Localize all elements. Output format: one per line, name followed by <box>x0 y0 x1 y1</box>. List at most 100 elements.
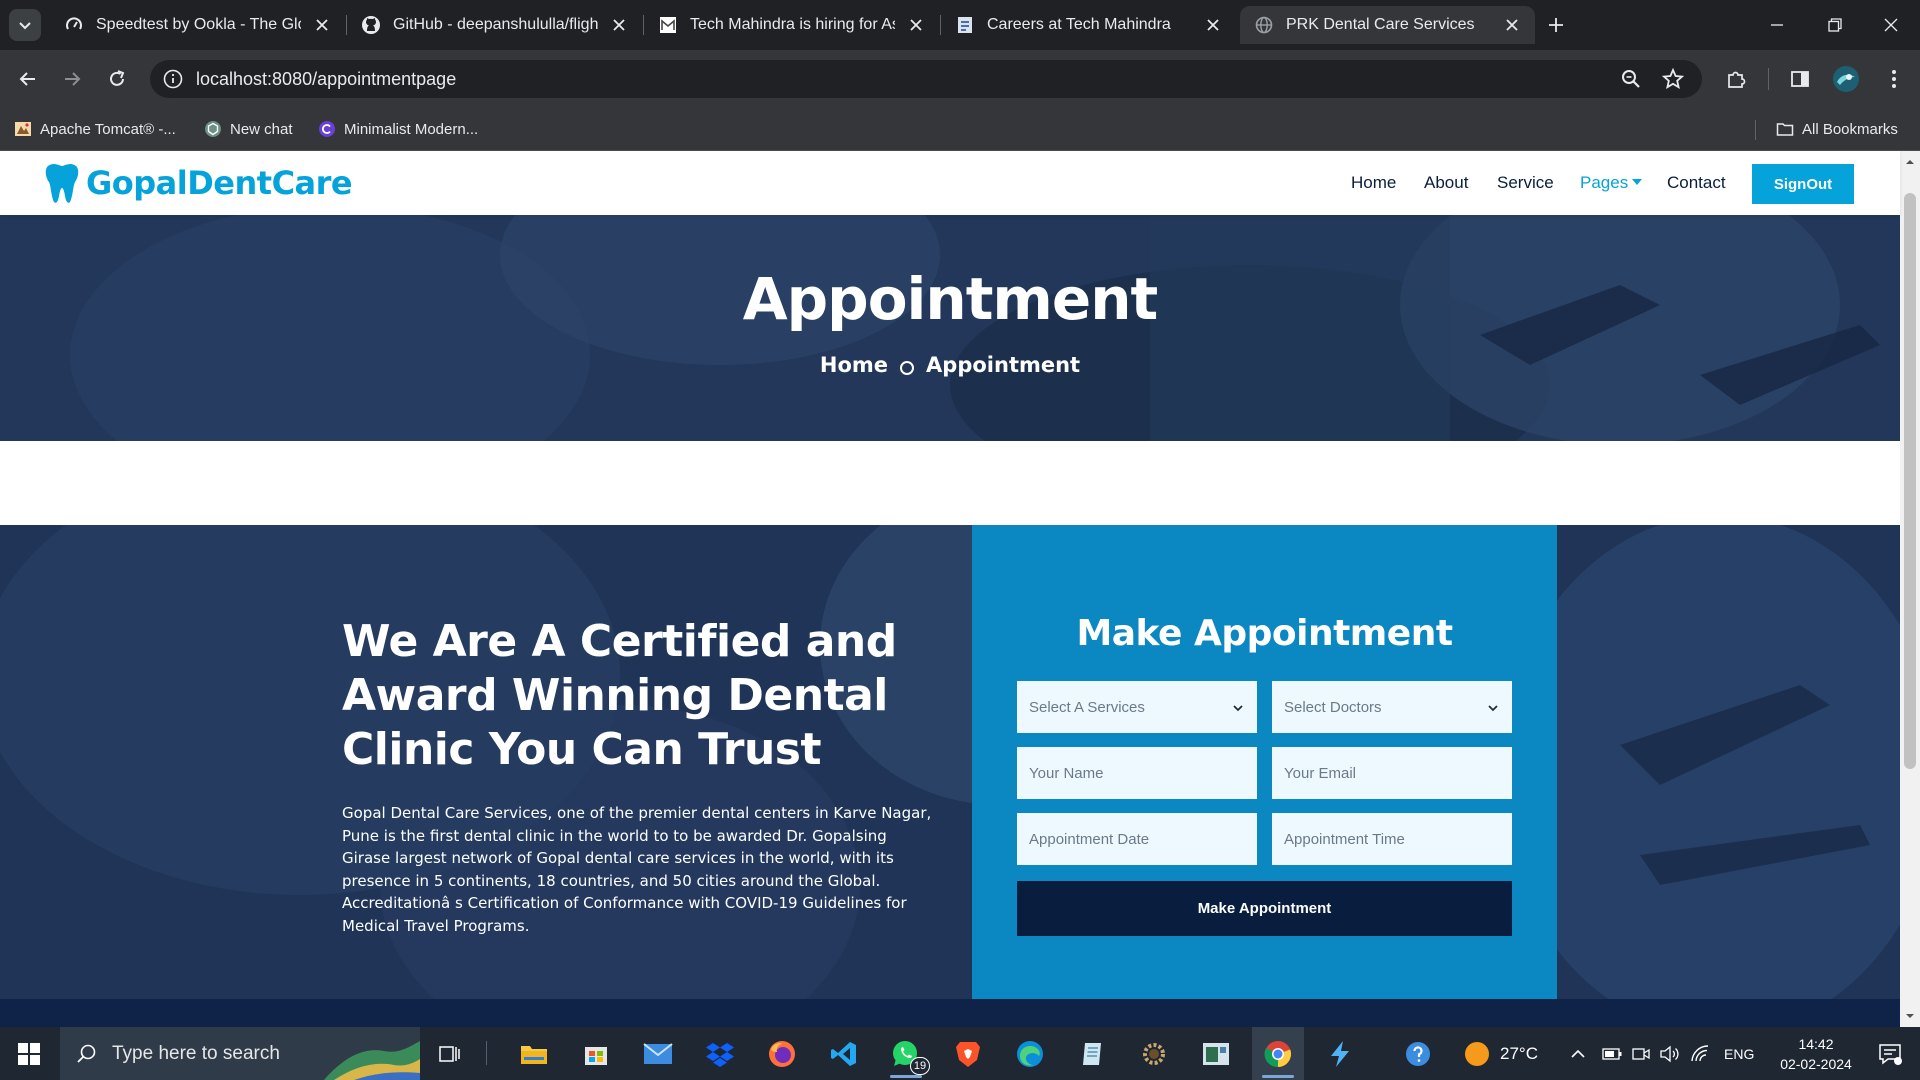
make-appointment-button[interactable]: Make Appointment <box>1017 881 1512 936</box>
site-info-icon[interactable] <box>162 68 184 90</box>
task-view-button[interactable] <box>424 1027 476 1080</box>
notifications-button[interactable] <box>1870 1027 1910 1080</box>
doctor-select-value: Select Doctors <box>1284 698 1382 716</box>
email-placeholder: Your Email <box>1284 764 1356 782</box>
profile-button[interactable] <box>1830 63 1862 95</box>
store-button[interactable] <box>570 1027 622 1080</box>
taskbar-search[interactable]: Type here to search <box>60 1027 420 1080</box>
meet-now-indicator[interactable] <box>1632 1027 1650 1080</box>
name-field[interactable]: Your Name <box>1017 747 1257 799</box>
settings-app-button[interactable] <box>1128 1027 1180 1080</box>
brave-button[interactable] <box>942 1027 994 1080</box>
time-field[interactable]: Appointment Time <box>1272 813 1512 865</box>
signout-button[interactable]: SignOut <box>1752 164 1854 204</box>
appointment-form: Make Appointment Select A Services Selec… <box>972 525 1557 1025</box>
restore-button[interactable] <box>1806 0 1864 50</box>
doctor-select[interactable]: Select Doctors <box>1272 681 1512 733</box>
notepad-button[interactable] <box>1066 1027 1118 1080</box>
close-icon[interactable] <box>1202 14 1224 36</box>
file-explorer-button[interactable] <box>508 1027 560 1080</box>
firefox-button[interactable] <box>756 1027 808 1080</box>
date-field[interactable]: Appointment Date <box>1017 813 1257 865</box>
bookmark-star-icon[interactable] <box>1661 67 1685 91</box>
side-panel-button[interactable] <box>1784 63 1816 95</box>
chevron-up-icon <box>1571 1049 1585 1058</box>
chrome-button[interactable] <box>1252 1027 1304 1080</box>
search-highlight-art <box>324 1041 420 1080</box>
bookmark-tomcat[interactable]: Apache Tomcat® -... <box>14 118 176 140</box>
weather-temperature: 27°C <box>1500 1043 1538 1063</box>
tab-search-button[interactable] <box>9 9 41 41</box>
network-indicator[interactable] <box>1690 1027 1710 1080</box>
chevron-down-icon <box>1488 705 1498 712</box>
whatsapp-button[interactable]: 19 <box>880 1027 932 1080</box>
volume-indicator[interactable] <box>1660 1027 1680 1080</box>
extensions-button[interactable] <box>1720 63 1752 95</box>
tab-github[interactable]: GitHub - deepanshululla/flight-booking <box>347 6 642 44</box>
url-text[interactable]: localhost:8080/appointmentpage <box>196 69 456 90</box>
bookmark-new-chat[interactable]: New chat <box>204 118 293 140</box>
minimize-button[interactable] <box>1748 0 1806 50</box>
site-logo[interactable]: GopalDentCare <box>44 161 353 205</box>
caret-down-icon <box>1632 179 1643 185</box>
puzzle-icon <box>1728 71 1746 88</box>
zoom-icon[interactable] <box>1619 67 1643 91</box>
nav-contact[interactable]: Contact <box>1667 173 1726 193</box>
chatgpt-icon <box>205 121 221 137</box>
new-tab-button[interactable] <box>1538 12 1574 38</box>
weather-widget[interactable]: 27°C <box>1464 1027 1538 1080</box>
close-window-button[interactable] <box>1862 0 1920 50</box>
mail-icon <box>643 1042 673 1064</box>
language-indicator[interactable]: ENG <box>1724 1027 1754 1080</box>
notification-badge: 19 <box>910 1057 930 1075</box>
all-bookmarks-button[interactable]: All Bookmarks <box>1776 118 1898 140</box>
tab-dental-care[interactable]: PRK Dental Care Services <box>1240 6 1535 44</box>
nav-home[interactable]: Home <box>1351 173 1396 193</box>
close-icon[interactable] <box>905 14 927 36</box>
back-button[interactable] <box>12 63 44 95</box>
scroll-down-icon[interactable] <box>1900 1009 1920 1023</box>
nav-service[interactable]: Service <box>1497 173 1554 193</box>
dropbox-button[interactable] <box>694 1027 746 1080</box>
address-bar[interactable]: localhost:8080/appointmentpage <box>150 60 1702 98</box>
tab-techm-careers[interactable]: Careers at Tech Mahindra <box>941 6 1236 44</box>
store-icon <box>585 1046 607 1065</box>
folder-icon <box>1776 123 1794 136</box>
brave-icon <box>956 1041 980 1067</box>
sun-icon <box>1465 1041 1489 1066</box>
mail-button[interactable] <box>632 1027 684 1080</box>
browser-menu-button[interactable] <box>1878 63 1910 95</box>
email-field[interactable]: Your Email <box>1272 747 1512 799</box>
reload-button[interactable] <box>101 63 133 95</box>
nav-about[interactable]: About <box>1424 173 1468 193</box>
start-button[interactable] <box>0 1027 58 1080</box>
form-title: Make Appointment <box>1076 613 1453 654</box>
bookmark-minimalist[interactable]: Minimalist Modern... <box>318 118 478 140</box>
close-icon[interactable] <box>311 14 333 36</box>
tab-gmail[interactable]: Tech Mahindra is hiring for Associate <box>644 6 939 44</box>
edge-button[interactable] <box>1004 1027 1056 1080</box>
lightning-icon <box>1331 1040 1349 1067</box>
clock[interactable]: 14:42 02-02-2024 <box>1768 1027 1864 1080</box>
close-icon[interactable] <box>608 14 630 36</box>
battery-indicator[interactable] <box>1602 1027 1622 1080</box>
page-scrollbar[interactable] <box>1900 151 1920 1027</box>
help-tray-button[interactable] <box>1400 1027 1436 1080</box>
taskbar-divider <box>486 1041 487 1065</box>
avatar <box>1833 66 1859 92</box>
vscode-button[interactable] <box>818 1027 870 1080</box>
scrollbar-thumb[interactable] <box>1904 193 1916 769</box>
breadcrumb-home[interactable]: Home <box>820 353 888 377</box>
folder-icon <box>521 1045 547 1064</box>
scroll-up-icon[interactable] <box>1900 155 1920 169</box>
battery-icon <box>1602 1047 1622 1060</box>
hidden-icons-button[interactable] <box>1570 1027 1586 1080</box>
close-icon[interactable] <box>1501 14 1523 36</box>
forward-button[interactable] <box>56 63 88 95</box>
bolt-app-button[interactable] <box>1314 1027 1366 1080</box>
nav-pages-dropdown[interactable]: Pages <box>1580 173 1643 193</box>
tab-title: Careers at Tech Mahindra <box>987 16 1171 33</box>
terminal-button[interactable] <box>1190 1027 1242 1080</box>
service-select[interactable]: Select A Services <box>1017 681 1257 733</box>
tab-speedtest[interactable]: Speedtest by Ookla - The Global Broadban… <box>50 6 345 44</box>
